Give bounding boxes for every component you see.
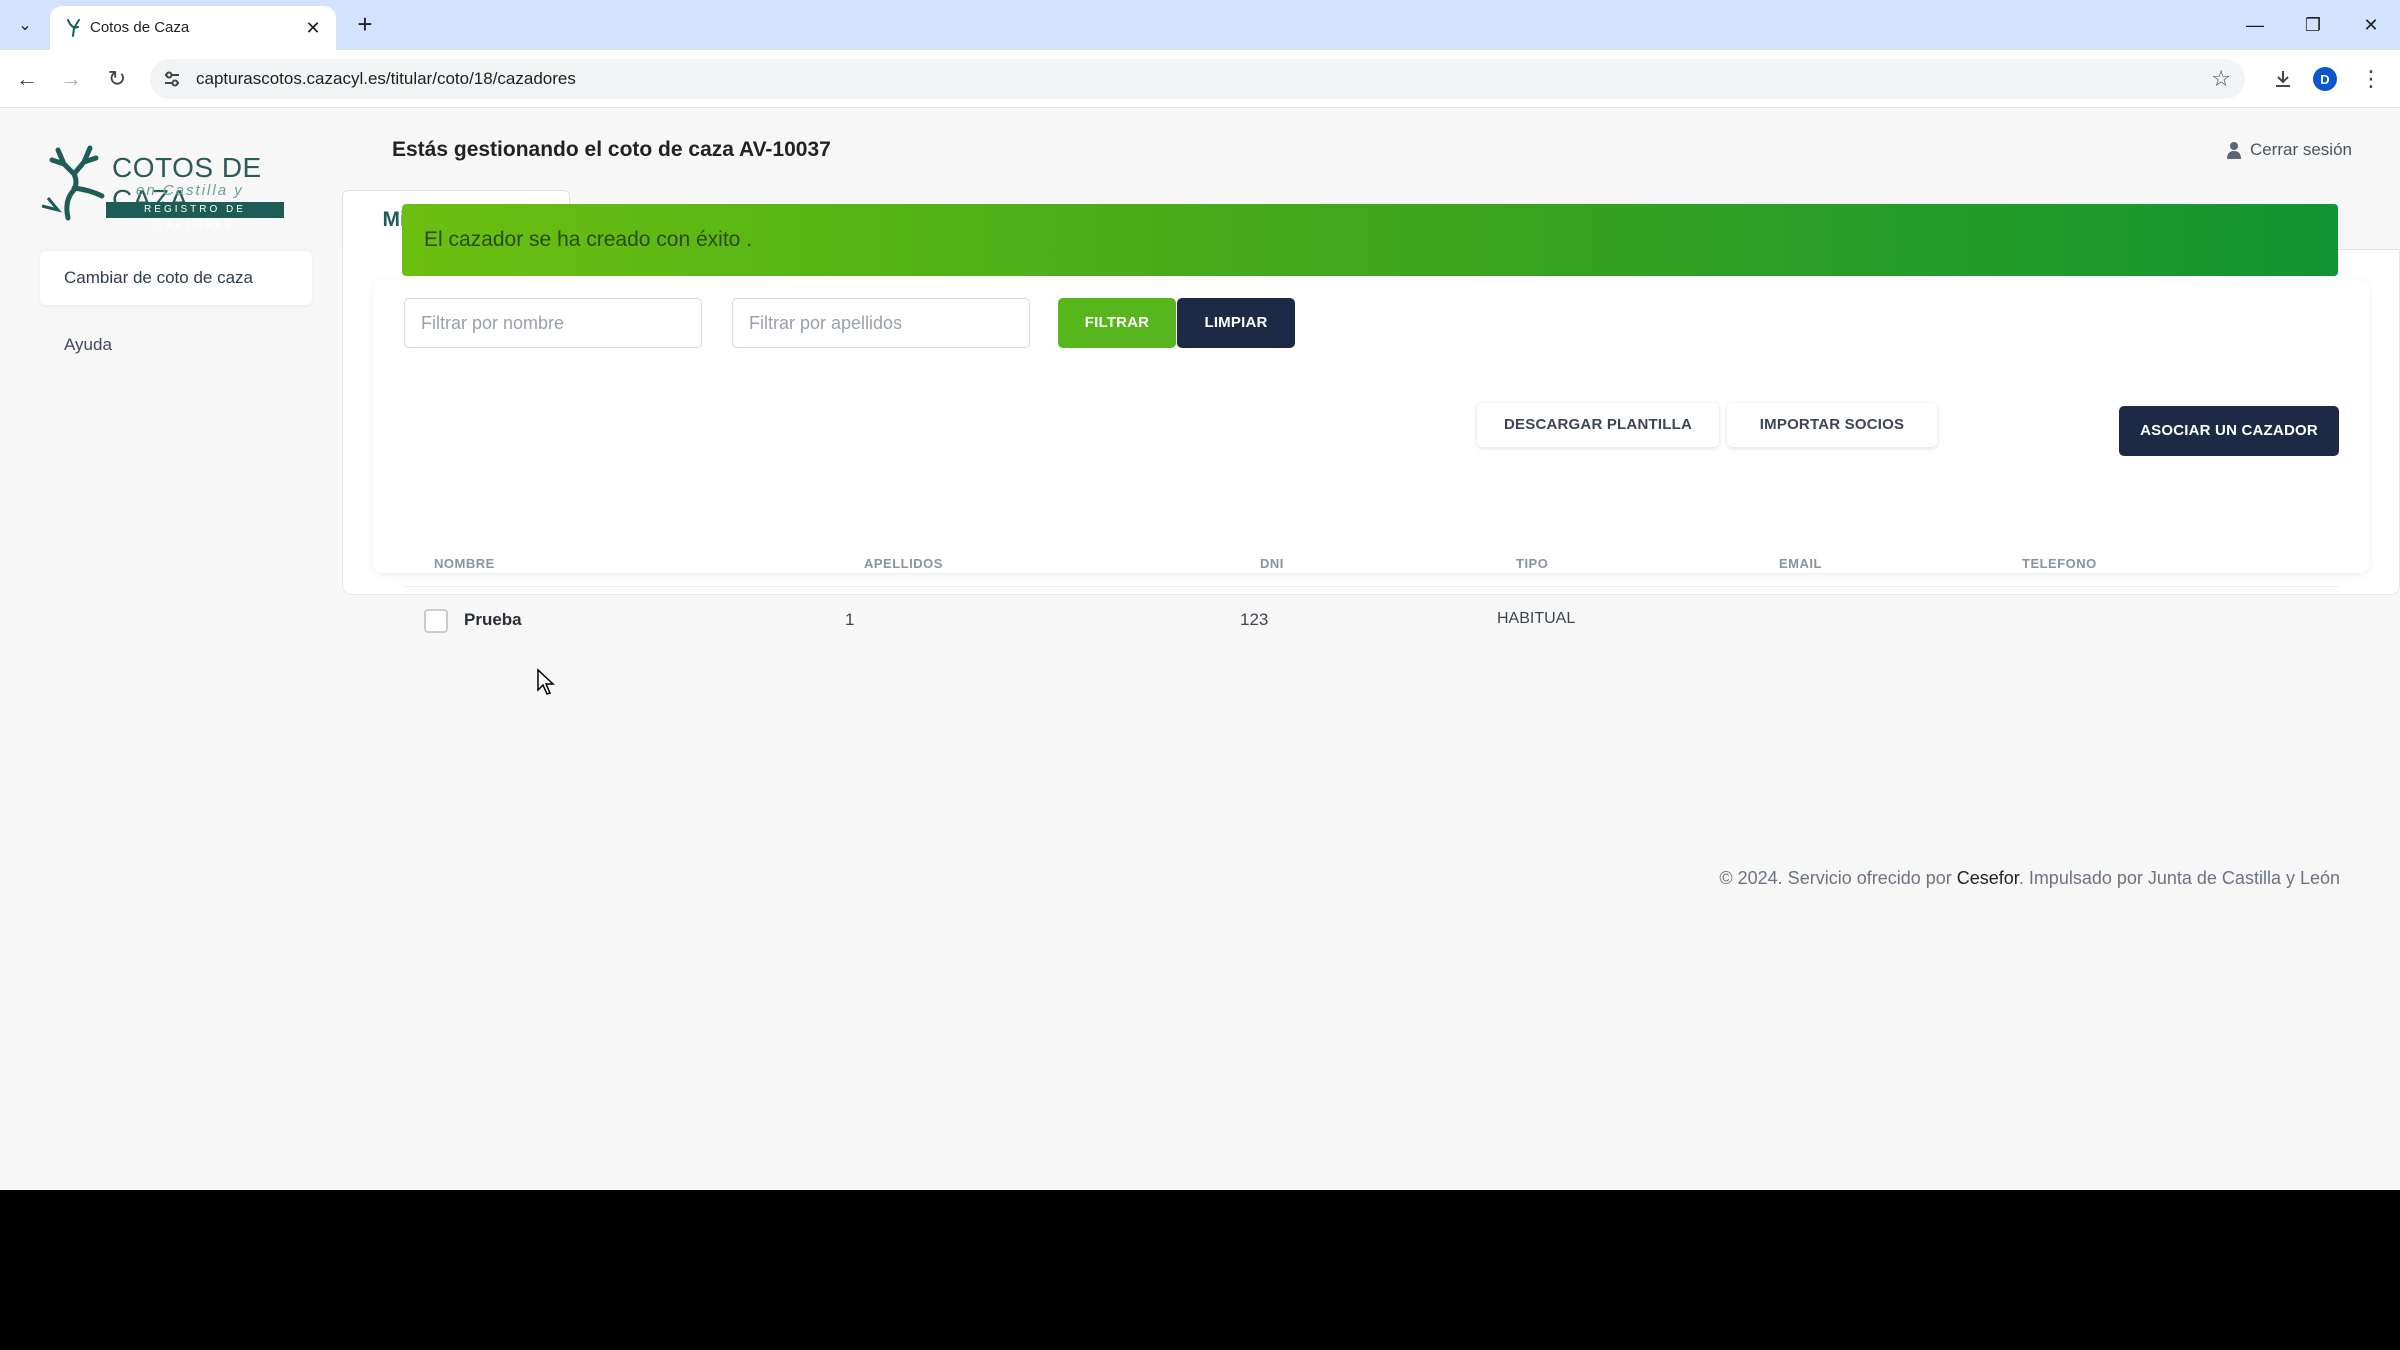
browser-tab[interactable]: Cotos de Caza ✕	[50, 6, 336, 50]
filter-button[interactable]: FILTRAR	[1058, 298, 1176, 348]
bookmark-star-icon[interactable]: ☆	[2211, 66, 2231, 92]
back-icon[interactable]: ←	[12, 64, 42, 94]
col-header-apellidos[interactable]: APELLIDOS	[864, 556, 943, 571]
footer-text: © 2024. Servicio ofrecido por Cesefor. I…	[1719, 868, 2340, 889]
success-alert: El cazador se ha creado con éxito .	[402, 204, 2338, 276]
sidebar-item-help[interactable]: Ayuda	[40, 318, 312, 372]
site-logo[interactable]: COTOS DE CAZA en Castilla y León REGISTR…	[38, 144, 288, 231]
clear-button[interactable]: LIMPIAR	[1177, 298, 1295, 348]
header-divider	[402, 586, 2338, 587]
sidebar-item-change-coto[interactable]: Cambiar de coto de caza	[40, 251, 312, 305]
page-title: Estás gestionando el coto de caza AV-100…	[392, 138, 831, 161]
cell-dni: 123	[1240, 610, 1269, 629]
row-checkbox[interactable]	[424, 609, 448, 633]
mouse-cursor-icon	[537, 668, 555, 695]
footer-prefix: © 2024. Servicio ofrecido por	[1719, 868, 1957, 888]
logout-label: Cerrar sesión	[2249, 140, 2352, 159]
reload-icon[interactable]: ↻	[102, 64, 132, 94]
logo-tagline: REGISTRO DE CAPTURAS	[106, 202, 284, 231]
restore-icon[interactable]: ❐	[2284, 0, 2342, 50]
cell-apellidos: 1	[845, 610, 855, 629]
address-bar[interactable]: capturascotos.cazacyl.es/titular/coto/18…	[150, 59, 2245, 99]
filter-surname-input[interactable]: Filtrar por apellidos	[732, 298, 1030, 348]
site-info-icon[interactable]	[162, 69, 182, 89]
url-text: capturascotos.cazacyl.es/titular/coto/18…	[196, 69, 576, 88]
logout-link[interactable]: Cerrar sesión	[2226, 140, 2352, 160]
browser-menu-icon[interactable]: ⋮	[2356, 64, 2386, 94]
import-members-button[interactable]: IMPORTAR SOCIOS	[1727, 403, 1937, 447]
filter-name-input[interactable]: Filtrar por nombre	[404, 298, 702, 348]
profile-avatar[interactable]: D	[2310, 64, 2340, 94]
tab-strip: ⌄ Cotos de Caza ✕ + — ❐ ✕	[0, 0, 2400, 50]
col-header-nombre[interactable]: NOMBRE	[434, 556, 495, 571]
footer-provider-link[interactable]: Cesefor	[1957, 868, 2019, 888]
download-template-button[interactable]: DESCARGAR PLANTILLA	[1477, 403, 1719, 447]
new-tab-icon[interactable]: +	[350, 10, 380, 40]
profile-initial: D	[2313, 67, 2337, 91]
cell-tipo: HABITUAL	[1497, 610, 1576, 627]
minimize-icon[interactable]: —	[2226, 0, 2284, 50]
associate-hunter-button[interactable]: ASOCIAR UN CAZADOR	[2119, 406, 2339, 456]
download-icon[interactable]	[2268, 64, 2298, 94]
tab-close-icon[interactable]: ✕	[302, 17, 324, 39]
browser-window: ⌄ Cotos de Caza ✕ + — ❐ ✕ ← → ↻ capturas…	[0, 0, 2400, 1190]
footer-suffix: . Impulsado por Junta de Castilla y León	[2018, 868, 2340, 888]
tab-search-icon[interactable]: ⌄	[10, 10, 40, 40]
col-header-dni[interactable]: DNI	[1260, 556, 1284, 571]
browser-toolbar: ← → ↻ capturascotos.cazacyl.es/titular/c…	[0, 50, 2400, 108]
col-header-tipo[interactable]: TIPO	[1516, 556, 1548, 571]
col-header-telefono[interactable]: TELEFONO	[2022, 556, 2097, 571]
cell-nombre: Prueba	[464, 610, 522, 629]
tab-title: Cotos de Caza	[90, 19, 190, 36]
forward-icon[interactable]: →	[56, 64, 86, 94]
deer-favicon-icon	[67, 19, 80, 37]
window-close-icon[interactable]: ✕	[2342, 0, 2400, 50]
deer-logo-icon	[41, 145, 105, 221]
col-header-email[interactable]: EMAIL	[1779, 556, 1822, 571]
user-icon	[2226, 142, 2241, 159]
